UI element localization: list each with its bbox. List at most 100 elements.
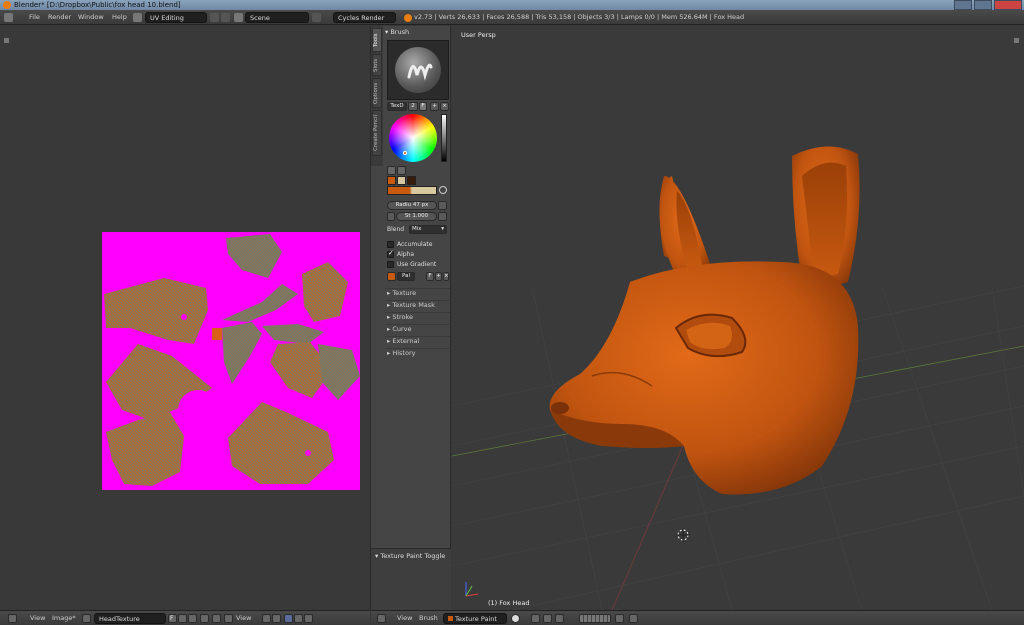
- uv-island-group: [104, 234, 360, 486]
- image-open-icon[interactable]: [188, 614, 197, 623]
- uv-texture-image[interactable]: [102, 232, 360, 490]
- scene-add-icon[interactable]: [312, 13, 321, 22]
- palette-remove-icon[interactable]: ×: [443, 272, 449, 281]
- shading-mode-icon[interactable]: [511, 614, 520, 623]
- layout-icon[interactable]: [133, 13, 142, 22]
- 3d-cursor-icon[interactable]: [676, 528, 690, 542]
- interaction-mode-dropdown[interactable]: Texture Paint: [443, 613, 507, 624]
- 3d-viewport[interactable]: User Persp (1) Fox Head: [452, 26, 1024, 610]
- image-fake-user-button[interactable]: F: [168, 614, 177, 623]
- section-history[interactable]: ▸ History: [385, 348, 450, 359]
- strength-field[interactable]: St 1.000: [396, 212, 437, 221]
- pivot-point-icon[interactable]: [531, 614, 540, 623]
- info-editor-icon[interactable]: [4, 13, 13, 22]
- image-browse-icon[interactable]: [82, 614, 91, 623]
- brush-add-icon[interactable]: +: [430, 102, 439, 111]
- palette-name-field[interactable]: Pal: [397, 272, 415, 281]
- color-wheel[interactable]: [389, 114, 437, 162]
- alpha-checkbox[interactable]: ✓: [387, 249, 394, 258]
- uv-image-editor[interactable]: [0, 26, 370, 610]
- menu-help[interactable]: Help: [112, 13, 127, 21]
- tab-create-pencil[interactable]: Create Pencil: [372, 110, 382, 156]
- brush-panel-header[interactable]: ▾ Brush: [385, 28, 409, 36]
- manipulator-icon[interactable]: [543, 614, 552, 623]
- layers-icon[interactable]: [579, 614, 611, 623]
- mode-icon: [448, 616, 453, 621]
- window-title-bar: Blender* [D:\Dropbox\Public\fox head 10.…: [0, 0, 1024, 10]
- tertiary-color-swatch[interactable]: [407, 176, 416, 185]
- scene-selector[interactable]: Scene: [245, 12, 309, 23]
- sync-icon[interactable]: [272, 614, 281, 623]
- render-engine-selector[interactable]: Cycles Render: [333, 12, 396, 23]
- menu-window[interactable]: Window: [78, 13, 104, 21]
- layout-selector[interactable]: UV Editing: [145, 12, 207, 23]
- editor-type-icon[interactable]: [8, 614, 17, 623]
- window-title: Blender* [D:\Dropbox\Public\fox head 10.…: [14, 1, 181, 9]
- texture-paint-toggle-label: Texture Paint Toggle: [380, 552, 446, 560]
- alpha-display-icon[interactable]: [294, 614, 303, 623]
- render-preview-icon[interactable]: [629, 614, 638, 623]
- viewport-brush-menu[interactable]: Brush: [419, 614, 438, 622]
- radius-pressure-icon[interactable]: [438, 201, 447, 210]
- section-texture[interactable]: ▸ Texture: [385, 288, 450, 299]
- maximize-button[interactable]: [974, 0, 992, 10]
- image-add-icon[interactable]: [178, 614, 187, 623]
- color-reset-icon[interactable]: [397, 166, 406, 175]
- strength-mode-icon[interactable]: [387, 212, 395, 221]
- color-swap-icon[interactable]: [387, 166, 396, 175]
- secondary-color-swatch[interactable]: [397, 176, 406, 185]
- operator-panel-header[interactable]: ▾ Texture Paint Toggle: [375, 552, 445, 560]
- use-gradient-checkbox[interactable]: [387, 261, 394, 268]
- section-curve[interactable]: ▸ Curve: [385, 324, 450, 335]
- section-stroke-label: Stroke: [392, 313, 414, 321]
- primary-color-swatch[interactable]: [387, 176, 396, 185]
- editor-corner-icon[interactable]: [4, 38, 9, 43]
- translate-icon[interactable]: [555, 614, 564, 623]
- brush-preview-sphere: [395, 47, 441, 93]
- pivot-icon[interactable]: [262, 614, 271, 623]
- section-external[interactable]: ▸ External: [385, 336, 450, 347]
- color-flip-icon[interactable]: [439, 186, 447, 194]
- view-mode-dropdown[interactable]: View: [236, 614, 251, 622]
- section-texture-mask-label: Texture Mask: [392, 301, 435, 309]
- layout-remove-icon[interactable]: [221, 13, 230, 22]
- fox-head-model[interactable]: [452, 26, 1024, 610]
- brush-fake-user-button[interactable]: F: [419, 102, 427, 111]
- brush-remove-icon[interactable]: ×: [440, 102, 449, 111]
- value-slider[interactable]: [441, 114, 447, 162]
- tab-tools[interactable]: Tools: [372, 28, 382, 52]
- radius-field[interactable]: Radiu 47 px: [387, 201, 437, 210]
- brush-name-field[interactable]: TexD: [387, 102, 407, 111]
- image-name-field[interactable]: HeadTexture: [94, 613, 166, 624]
- brush-users-count[interactable]: 2: [408, 102, 418, 111]
- viewport-view-menu[interactable]: View: [397, 614, 412, 622]
- layer-lock-icon[interactable]: [615, 614, 624, 623]
- section-stroke[interactable]: ▸ Stroke: [385, 312, 450, 323]
- palette-fake-user-button[interactable]: F: [426, 272, 434, 281]
- minimize-button[interactable]: [954, 0, 972, 10]
- rgb-display-icon[interactable]: [284, 614, 293, 623]
- viewport-editor-type-icon[interactable]: [377, 614, 386, 623]
- palette-icon[interactable]: [387, 272, 396, 281]
- brush-cursor-icon[interactable]: [304, 614, 313, 623]
- menu-render[interactable]: Render: [48, 13, 71, 21]
- palette-add-icon[interactable]: +: [435, 272, 442, 281]
- section-texture-mask[interactable]: ▸ Texture Mask: [385, 300, 450, 311]
- menu-file[interactable]: File: [29, 13, 40, 21]
- image-mode-icon[interactable]: [212, 614, 221, 623]
- scene-icon[interactable]: [234, 13, 243, 22]
- layout-add-icon[interactable]: [210, 13, 219, 22]
- image-view-menu[interactable]: View: [30, 614, 45, 622]
- view-mode-icon[interactable]: [224, 614, 233, 623]
- close-button[interactable]: [994, 0, 1022, 10]
- gradient-color-bar[interactable]: [387, 186, 437, 195]
- tab-slots[interactable]: Slots: [372, 54, 382, 76]
- image-menu[interactable]: Image*: [52, 614, 76, 622]
- brush-preview[interactable]: [387, 40, 449, 100]
- accumulate-checkbox[interactable]: [387, 241, 394, 248]
- strength-pressure-icon[interactable]: [438, 212, 447, 221]
- tool-shelf-tabs: Tools Slots Options Create Pencil: [371, 26, 383, 166]
- blend-mode-dropdown[interactable]: Mix ▾: [409, 225, 447, 234]
- tab-options[interactable]: Options: [372, 78, 382, 108]
- image-pin-icon[interactable]: [200, 614, 209, 623]
